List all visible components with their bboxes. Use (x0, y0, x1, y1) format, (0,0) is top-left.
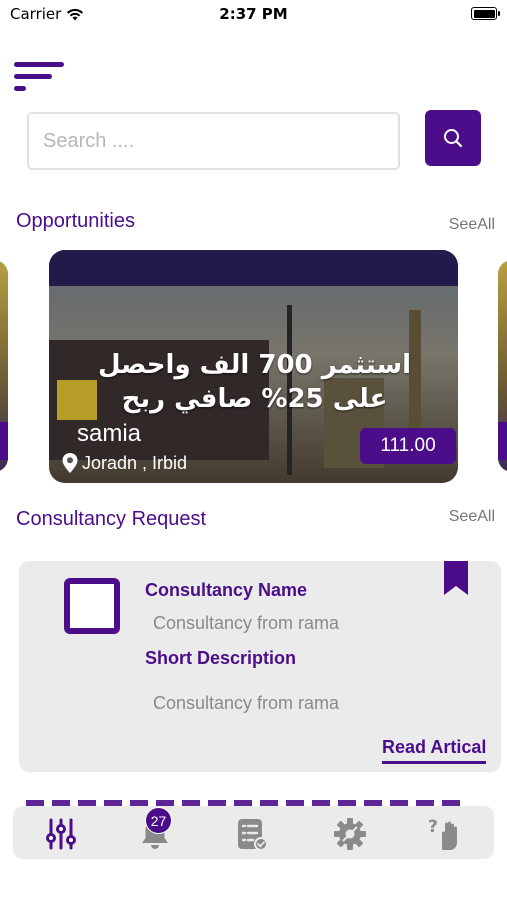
help-hand-icon: ? (428, 817, 457, 850)
opportunity-card-next[interactable] (498, 260, 507, 472)
notification-badge: 27 (145, 807, 172, 834)
opportunities-see-all[interactable]: SeeAll (440, 216, 495, 234)
location-text: Joradn , Irbid (82, 452, 188, 473)
search-box (27, 112, 400, 170)
status-bar: Carrier 2:37 PM (0, 0, 507, 30)
opportunity-price: 111.00 (360, 428, 456, 464)
menu-button[interactable] (14, 58, 68, 96)
consultancy-name-label: Consultancy Name (145, 580, 308, 600)
menu-line (14, 86, 26, 91)
tab-filters[interactable] (41, 814, 81, 854)
opportunity-owner: samia (77, 420, 142, 447)
menu-line (14, 74, 52, 79)
consultancy-image (64, 578, 120, 634)
tab-settings[interactable] (330, 814, 370, 854)
tab-requests[interactable] (231, 814, 271, 854)
bookmark-icon[interactable] (444, 561, 468, 595)
read-article-link[interactable]: Read Artical (382, 737, 487, 764)
settings-gear-icon (334, 818, 366, 850)
search-input[interactable] (43, 129, 384, 153)
clock: 2:37 PM (219, 5, 288, 23)
opportunities-carousel[interactable]: استثمر 700 الف واحصل على 25% صافي ربح sa… (0, 250, 507, 484)
opportunities-title: Opportunities (16, 210, 135, 232)
menu-line (14, 62, 64, 67)
search-icon (444, 129, 463, 148)
search-button[interactable] (425, 110, 481, 166)
sliders-icon (46, 818, 76, 850)
opportunity-card-previous[interactable] (0, 260, 8, 472)
bottom-tab-bar: ? (13, 806, 494, 859)
tab-help[interactable]: ? (425, 814, 465, 854)
short-description-value: Consultancy from rama (153, 693, 340, 713)
opportunity-headline: استثمر 700 الف واحصل على 25% صافي ربح (97, 350, 412, 414)
opportunity-card[interactable]: استثمر 700 الف واحصل على 25% صافي ربح sa… (49, 250, 458, 483)
svg-text:?: ? (428, 817, 438, 837)
short-description-label: Short Description (145, 648, 297, 668)
consultancy-name-value: Consultancy from rama (153, 613, 340, 633)
location-pin-icon (62, 453, 78, 473)
opportunity-location: Joradn , Irbid (61, 452, 187, 474)
consultancy-title: Consultancy Request (16, 508, 207, 530)
consultancy-see-all[interactable]: SeeAll (440, 508, 495, 526)
consultancy-card[interactable]: Consultancy Name Consultancy from rama S… (19, 561, 501, 772)
document-check-icon (238, 819, 268, 851)
battery-icon (471, 7, 500, 20)
